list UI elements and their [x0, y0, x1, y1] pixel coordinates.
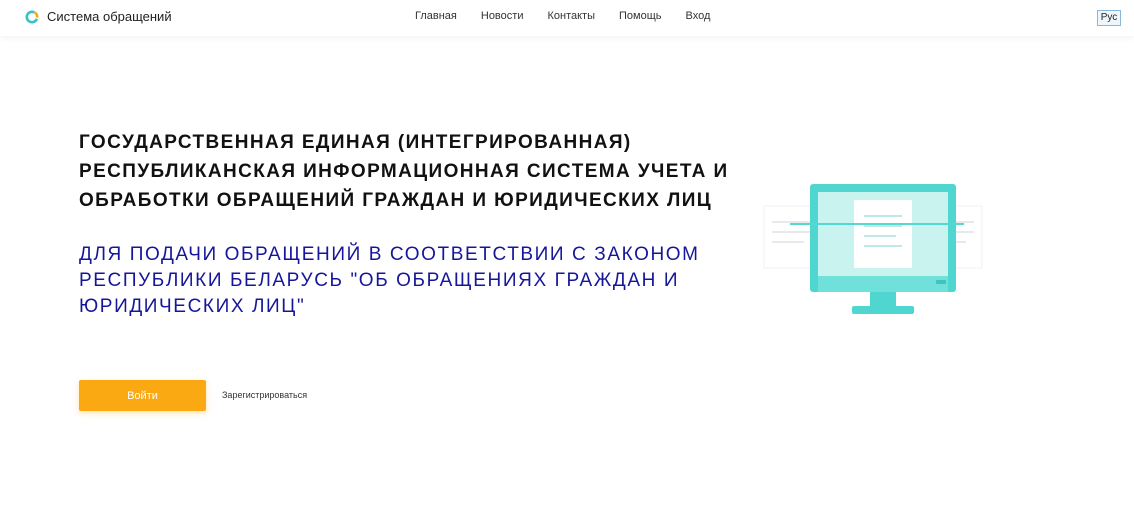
nav-item-help[interactable]: Помощь: [619, 10, 662, 22]
nav-item-news[interactable]: Новости: [481, 10, 524, 22]
brand-logo-icon: [25, 10, 39, 23]
register-link[interactable]: Зарегистрироваться: [222, 390, 307, 400]
top-header: Система обращений Главная Новости Контак…: [0, 0, 1134, 36]
nav-item-login[interactable]: Вход: [685, 10, 710, 22]
login-button[interactable]: Войти: [79, 380, 206, 411]
monitor-illustration: [763, 184, 983, 314]
main-nav: Главная Новости Контакты Помощь Вход: [415, 10, 734, 22]
brand-name: Система обращений: [47, 9, 172, 24]
page-subtitle: для подачи обращений в соответствии с За…: [79, 244, 700, 317]
nav-item-home[interactable]: Главная: [415, 10, 457, 22]
language-selector[interactable]: Рус: [1097, 10, 1121, 26]
page-title: Государственная единая (интегрированная)…: [79, 132, 729, 211]
brand[interactable]: Система обращений: [25, 9, 172, 24]
nav-item-contacts[interactable]: Контакты: [547, 10, 595, 22]
